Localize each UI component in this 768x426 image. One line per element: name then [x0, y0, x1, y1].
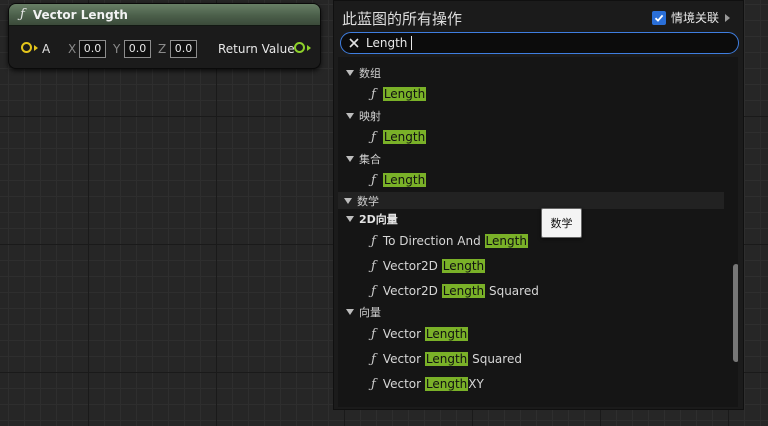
label-suffix: Squared [468, 352, 522, 366]
x-axis-label: X [68, 42, 77, 56]
search-match-highlight: Length [382, 173, 427, 187]
action-item[interactable]: ƒ Vector Length [371, 324, 469, 344]
label-suffix: XY [468, 377, 484, 391]
action-item[interactable]: ƒ Vector2D Length Squared [371, 281, 539, 301]
search-match-highlight: Length [424, 327, 469, 341]
search-input[interactable] [366, 34, 726, 52]
y-axis-label: Y [113, 42, 121, 56]
node-title: Vector Length [32, 7, 128, 22]
action-item-label: Vector2D Length [382, 259, 486, 273]
y-value-input[interactable]: 0.0 [124, 40, 151, 58]
action-item-label: Length [382, 173, 427, 187]
expand-triangle-icon[interactable] [346, 70, 354, 76]
category-row[interactable]: 2D向量 [346, 209, 398, 229]
label-prefix: Vector [382, 377, 425, 391]
action-item[interactable]: ƒ Vector LengthXY [371, 374, 484, 394]
action-item[interactable]: ƒ To Direction And Length [371, 231, 528, 251]
search-match-highlight: Length [382, 87, 427, 101]
menu-title: 此蓝图的所有操作 [342, 10, 463, 28]
category-label: 映射 [359, 110, 381, 123]
action-list[interactable]: 数组 ƒ Length 映射 ƒ Length 集合 ƒ Length 数学 2D向量 ƒ To Dir… [338, 57, 738, 407]
output-pin-label: Return Value [218, 42, 295, 56]
function-icon: ƒ [20, 7, 25, 22]
vector-length-node[interactable]: ƒ Vector Length A X 0.0 Y 0.0 Z 0.0 Retu… [8, 3, 321, 69]
category-label: 数学 [357, 194, 379, 208]
expand-triangle-icon[interactable] [346, 156, 354, 162]
action-item-label: Length [382, 87, 427, 101]
expand-arrow-icon[interactable] [725, 13, 731, 22]
function-icon: ƒ [371, 129, 376, 145]
output-pin-return-value[interactable] [294, 42, 305, 53]
action-menu: 此蓝图的所有操作 情境关联 数组ƒLength映射ƒLength集合ƒLengt… [333, 0, 744, 410]
label-prefix: Vector [382, 352, 425, 366]
context-sensitive-label: 情境关联 [671, 11, 720, 25]
label-prefix: Vector2D [382, 284, 442, 298]
action-item-label: Vector Length [382, 327, 469, 341]
function-icon: ƒ [371, 283, 376, 299]
function-icon: ƒ [371, 258, 376, 274]
category-row[interactable]: 数组 [346, 63, 381, 83]
input-pin-a[interactable] [21, 42, 32, 53]
expand-triangle-icon[interactable] [346, 216, 354, 222]
function-icon: ƒ [371, 326, 376, 342]
search-box[interactable] [340, 32, 739, 54]
search-match-highlight: Length [382, 130, 427, 144]
output-pin-arrow-icon [307, 45, 311, 51]
action-item-label: To Direction And Length [383, 234, 528, 248]
action-item-label: Length [382, 130, 427, 144]
action-item[interactable]: ƒ Vector2D Length [371, 256, 486, 276]
action-item-label: Vector2D Length Squared [383, 284, 539, 298]
action-item[interactable]: ƒ Length [371, 84, 427, 104]
category-tooltip: 数学 [541, 208, 582, 238]
category-label: 向量 [359, 306, 381, 319]
z-value-input[interactable]: 0.0 [170, 40, 197, 58]
checkmark-icon [654, 14, 664, 22]
action-item[interactable]: ƒ Vector Length Squared [371, 349, 522, 369]
node-header[interactable]: ƒ Vector Length [9, 4, 320, 26]
expand-triangle-icon[interactable] [344, 197, 352, 204]
search-match-highlight: Length [484, 234, 528, 248]
label-prefix: Vector [382, 327, 425, 341]
text-caret [411, 36, 412, 50]
function-icon: ƒ [371, 172, 376, 188]
close-icon[interactable] [348, 37, 360, 49]
expand-triangle-icon[interactable] [346, 113, 354, 119]
search-match-highlight: Length [441, 284, 486, 298]
function-icon: ƒ [371, 233, 376, 249]
category-label: 2D向量 [359, 213, 398, 226]
search-match-highlight: Length [441, 259, 486, 273]
category-label: 集合 [359, 153, 381, 166]
label-prefix: Vector2D [382, 259, 442, 273]
action-item[interactable]: ƒ Length [371, 170, 427, 190]
action-item-label: Vector LengthXY [383, 377, 484, 391]
category-row[interactable]: 映射 [346, 106, 381, 126]
category-row[interactable]: 向量 [346, 302, 381, 322]
input-pin-label: A [42, 42, 51, 56]
search-match-highlight: Length [424, 377, 469, 391]
z-axis-label: Z [158, 42, 167, 56]
input-pin-arrow-icon [34, 45, 38, 51]
category-row[interactable]: 数学 [338, 192, 724, 209]
action-item-label: Vector Length Squared [383, 352, 522, 366]
expand-triangle-icon[interactable] [346, 309, 354, 315]
function-icon: ƒ [371, 376, 376, 392]
context-sensitive-checkbox[interactable] [652, 10, 666, 25]
x-value-input[interactable]: 0.0 [79, 40, 106, 58]
context-sensitive-toggle[interactable]: 情境关联 [652, 9, 731, 26]
search-match-highlight: Length [424, 352, 469, 366]
function-icon: ƒ [371, 351, 376, 367]
label-suffix: Squared [485, 284, 539, 298]
category-label: 数组 [359, 67, 381, 80]
label-prefix: To Direction And [382, 234, 485, 248]
action-item[interactable]: ƒ Length [371, 127, 427, 147]
function-icon: ƒ [371, 86, 376, 102]
category-row[interactable]: 集合 [346, 149, 381, 169]
node-body: A X 0.0 Y 0.0 Z 0.0 Return Value [9, 26, 320, 68]
scrollbar-thumb[interactable] [733, 264, 738, 362]
